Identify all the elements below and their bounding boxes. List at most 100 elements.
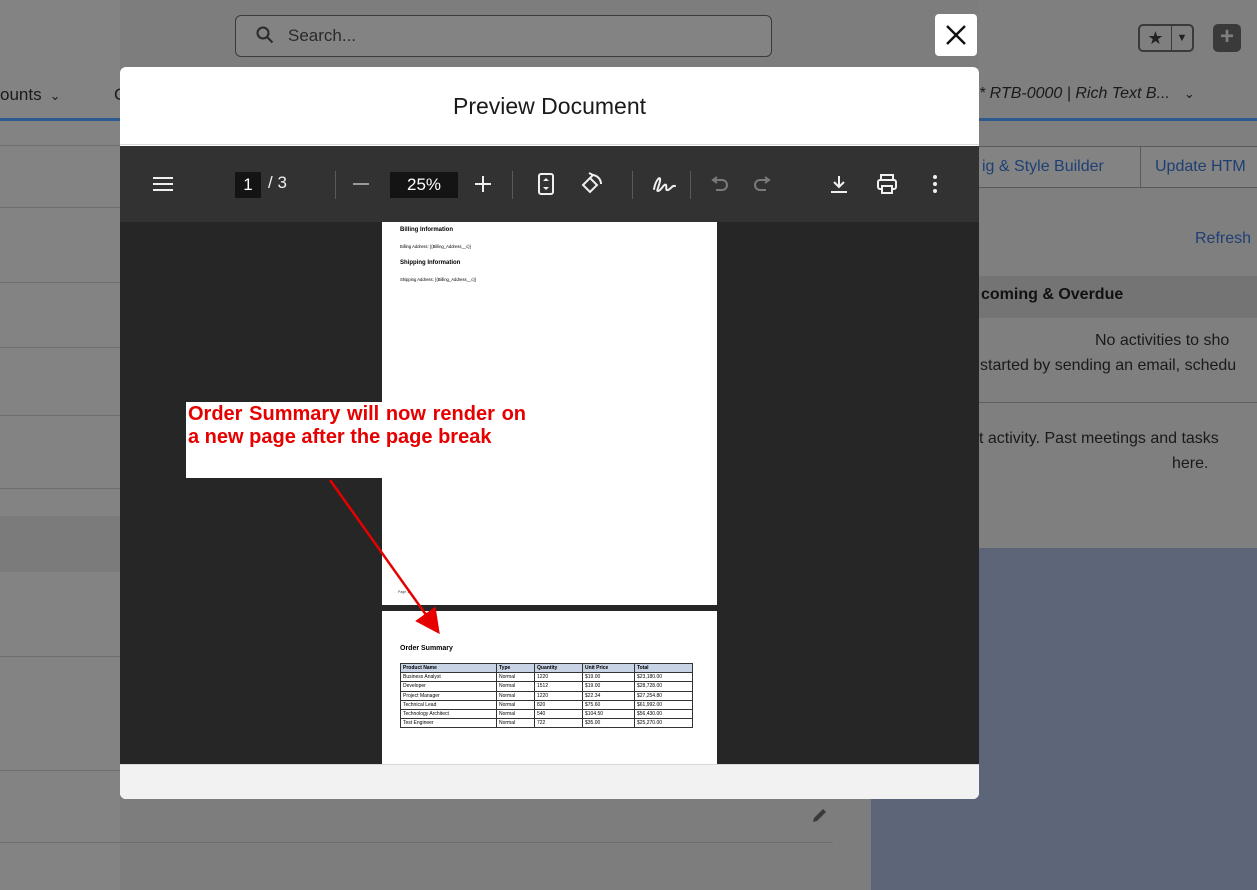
table-cell: 722 <box>534 718 583 729</box>
divider <box>0 282 120 283</box>
table-cell: Developer <box>400 681 497 692</box>
table-row: Technical Lead Normal 820 $75.60 $61,992.00 <box>400 699 693 710</box>
tab-underline <box>0 118 120 121</box>
table-cell: 1512 <box>534 681 583 692</box>
past-activity-text-2: here. <box>1172 455 1209 472</box>
table-cell: $19.00 <box>582 681 635 692</box>
toolbar-separator <box>335 171 336 199</box>
search-input[interactable]: Search... <box>235 15 772 57</box>
undo-icon[interactable] <box>710 176 728 192</box>
shipping-address: Shipping Address: {{Billing_Address__c}} <box>400 277 477 282</box>
table-cell: Technical Lead <box>400 699 497 710</box>
past-activity-text: t activity. Past meetings and tasks <box>979 430 1219 447</box>
order-summary-table: Product Name Type Quantity Unit Price Total … <box>400 662 693 729</box>
table-cell: $19.00 <box>582 672 635 683</box>
table-cell: Normal <box>496 681 535 692</box>
table-cell: $75.60 <box>582 699 635 710</box>
update-html-button[interactable]: Update HTM <box>1140 146 1257 188</box>
page-total: / 3 <box>268 173 287 192</box>
table-row: Developer Normal 1512 $19.00 $28,728.00 <box>400 681 693 692</box>
global-actions-plus-icon[interactable]: + <box>1213 24 1241 52</box>
toolbar-separator <box>690 171 691 199</box>
page-footer: Page 1 <box>398 590 410 594</box>
table-cell: $61,992.00 <box>634 699 693 710</box>
table-cell: $25,270.00 <box>634 718 693 729</box>
menu-icon[interactable] <box>153 176 173 192</box>
divider <box>0 842 120 843</box>
shipping-heading: Shipping Information <box>400 260 461 266</box>
close-icon <box>946 25 966 45</box>
zoom-out-icon[interactable] <box>353 183 369 185</box>
section-band <box>0 516 120 572</box>
table-cell: Business Analyst <box>400 672 497 683</box>
table-cell: Test Engineer <box>400 718 497 729</box>
table-cell: Normal <box>496 672 535 683</box>
tab-rtb-label: * RTB-0000 | Rich Text B... <box>979 85 1170 102</box>
table-cell: 820 <box>534 699 583 710</box>
table-cell: Normal <box>496 699 535 710</box>
edit-pencil-icon[interactable] <box>810 805 830 830</box>
table-cell: $22.34 <box>582 690 635 701</box>
divider <box>979 402 1257 403</box>
get-started-text: started by sending an email, schedu <box>980 357 1237 374</box>
favorites-button[interactable]: ★ ▼ <box>1138 24 1194 52</box>
config-style-builder-button[interactable]: ig & Style Builder <box>967 146 1141 188</box>
divider <box>0 770 120 771</box>
table-cell: 1220 <box>534 672 583 683</box>
print-icon[interactable] <box>876 173 898 195</box>
draw-icon[interactable] <box>652 173 678 195</box>
redo-icon[interactable] <box>754 176 772 192</box>
refresh-link[interactable]: Refresh <box>1195 230 1251 248</box>
caret-down-icon[interactable]: ▼ <box>1172 26 1192 50</box>
table-cell: $23,180.00 <box>634 672 693 683</box>
tab-underline <box>979 118 1257 121</box>
table-cell: Normal <box>496 690 535 701</box>
table-header-cell: Unit Price <box>582 662 635 674</box>
divider <box>120 842 833 843</box>
fit-page-icon[interactable] <box>538 173 554 195</box>
tab-accounts[interactable]: ounts ⌄ <box>0 85 61 105</box>
zoom-level-input[interactable]: 25% <box>390 172 458 198</box>
table-row: Technology Architect Normal 540 $104.50 $56,… <box>400 708 693 720</box>
table-cell: $104.50 <box>582 708 635 720</box>
divider <box>0 207 120 208</box>
chevron-down-icon[interactable]: ⌄ <box>1184 86 1195 101</box>
annotation-text: Order Summary will now render on a new p… <box>188 403 526 448</box>
no-activities-text: No activities to sho <box>1095 332 1230 349</box>
more-options-icon[interactable] <box>933 174 937 194</box>
order-summary-heading: Order Summary <box>400 645 453 652</box>
background-right-panel <box>979 0 1257 548</box>
modal-header: Preview Document <box>120 67 979 145</box>
divider <box>0 347 120 348</box>
rotate-icon[interactable] <box>580 172 604 196</box>
table-cell: Normal <box>496 718 535 729</box>
pdf-page-2: Order Summary Product Name Type Quantity Un… <box>382 611 717 764</box>
table-cell: $27,254.80 <box>634 690 693 701</box>
modal-footer <box>120 764 979 799</box>
upcoming-overdue-section[interactable]: coming & Overdue <box>979 276 1257 318</box>
zoom-in-icon[interactable] <box>475 176 491 192</box>
table-header-cell: Total <box>634 662 693 674</box>
close-modal-button[interactable] <box>935 14 977 56</box>
table-cell: Technology Architect <box>400 708 497 720</box>
table-cell: Project Manager <box>400 690 497 701</box>
divider <box>0 145 120 146</box>
divider <box>0 488 120 489</box>
modal-title: Preview Document <box>452 93 647 119</box>
search-icon <box>256 26 274 44</box>
table-row: Project Manager Normal 1220 $22.34 $27,254.8… <box>400 690 693 701</box>
toolbar-separator <box>512 171 513 199</box>
table-cell: $28,728.00 <box>634 681 693 692</box>
table-row: Test Engineer Normal 722 $35.00 $25,270.00 <box>400 718 693 729</box>
upcoming-overdue-label: coming & Overdue <box>981 286 1124 303</box>
toolbar-separator <box>632 171 633 199</box>
table-cell: $56,430.00 <box>634 708 693 720</box>
table-row: Business Analyst Normal 1220 $19.00 $23,180.… <box>400 672 693 683</box>
tab-rtb-record[interactable]: * RTB-0000 | Rich Text B... ⌄ <box>979 85 1195 103</box>
download-icon[interactable] <box>829 174 849 194</box>
billing-heading: Billing Information <box>400 227 453 233</box>
page-number-input[interactable]: 1 <box>235 172 261 198</box>
divider <box>0 656 120 657</box>
chevron-down-icon[interactable]: ⌄ <box>50 88 61 103</box>
star-icon[interactable]: ★ <box>1140 26 1172 50</box>
